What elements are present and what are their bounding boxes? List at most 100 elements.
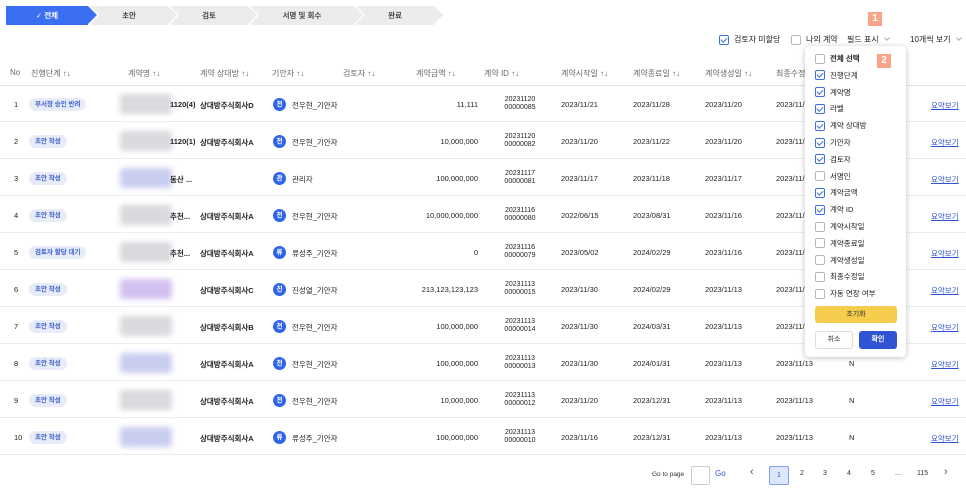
contract-id-line2: 00000014 [504,326,536,333]
field-option-checkbox[interactable] [815,171,825,182]
page-1[interactable]: 1 [769,466,789,485]
summary-link[interactable]: 요약보기 [931,174,959,185]
field-option-checkbox[interactable] [815,87,825,98]
field-option-checkbox[interactable] [815,120,825,131]
summary-link[interactable]: 요약보기 [931,322,959,333]
summary-link[interactable]: 요약보기 [931,100,959,111]
col-reviewer[interactable]: 검토자 ↑↓ [343,68,375,79]
col-amount[interactable]: 계약금액 ↑↓ [416,68,456,79]
go-button[interactable]: Go [715,469,726,478]
page-2[interactable]: 2 [800,470,804,477]
next-page-icon[interactable]: › [944,466,948,478]
contract-amount: 0 [473,248,478,257]
summary-link[interactable]: 요약보기 [931,396,959,407]
my-contracts-filter[interactable]: 나의 계약 [791,34,838,45]
field-option-checkbox[interactable] [815,187,825,198]
contract-amount: 10,000,000,000 [425,211,478,220]
field-option[interactable]: 서명인 [815,171,851,182]
field-option[interactable]: 기안자 [815,137,851,148]
field-option[interactable]: 계약 상대방 [815,120,867,131]
field-option-checkbox[interactable] [815,204,825,215]
contract-amount: 100,000,000 [436,433,478,442]
end-date: 2023/11/22 [633,137,670,146]
created-date: 2023/11/20 [705,100,742,109]
field-option[interactable]: 계약금액 [815,187,858,198]
page-3[interactable]: 3 [823,470,827,477]
prev-page-icon[interactable]: ‹ [750,466,754,478]
summary-link[interactable]: 요약보기 [931,248,959,259]
goto-page-input[interactable] [691,466,710,485]
confirm-button[interactable]: 확인 [859,331,897,349]
unassigned-filter[interactable]: 검토자 미할당 [719,34,780,45]
col-party[interactable]: 계약 상대방 ↑↓ [200,68,249,79]
field-option[interactable]: 라벨 [815,103,844,114]
col-drafter[interactable]: 기안자 ↑↓ [272,68,304,79]
step-done[interactable]: 완료 [356,6,443,25]
contract-name[interactable]: 동산 ... [170,174,192,185]
contract-name[interactable]: 1120(1) [170,137,195,146]
col-end[interactable]: 계약종료일 ↑↓ [633,68,680,79]
unassigned-checkbox[interactable] [719,34,729,45]
field-display-dropdown[interactable]: 필드 표시 [847,34,890,45]
col-created[interactable]: 계약생성일 ↑↓ [705,68,752,79]
created-date: 2023/11/16 [705,248,742,257]
summary-link[interactable]: 요약보기 [931,285,959,296]
contract-name[interactable]: 추천... [170,248,190,259]
table-row[interactable]: 9 초안 작성 상대방주식회사A 전 전우현_기안자 10,000,000 20231113… [0,382,966,418]
field-option-checkbox[interactable] [815,221,825,232]
drafter-name: 전우현_기안자 [292,323,338,332]
step-sign[interactable]: 서명 및 회수 [250,6,363,25]
page-size-select[interactable]: 10개씩 보기 [910,34,962,45]
summary-link[interactable]: 요약보기 [931,211,959,222]
field-option[interactable]: 계약시작일 [815,221,865,232]
start-date: 2023/05/02 [561,248,599,257]
step-draft[interactable]: 초안 [90,6,177,25]
field-option-checkbox[interactable] [815,154,825,165]
col-name[interactable]: 계약명 ↑↓ [128,68,160,79]
field-option-checkbox[interactable] [815,137,825,148]
reset-button[interactable]: 초기화 [815,306,897,323]
field-option[interactable]: 계약생성일 [815,255,865,266]
col-start[interactable]: 계약시작일 ↑↓ [561,68,608,79]
contract-party: 상대방주식회사A [200,249,254,258]
summary-link[interactable]: 요약보기 [931,137,959,148]
page-4[interactable]: 4 [847,470,851,477]
page-5[interactable]: 5 [871,470,875,477]
col-modified[interactable]: 최종수정 [776,68,805,79]
table-row[interactable]: 10 초안 작성 상대방주식회사A 류 류성주_기안자 100,000,000 202311… [0,419,966,455]
field-option-checkbox[interactable] [815,53,825,64]
field-option-checkbox[interactable] [815,238,825,249]
my-contracts-checkbox[interactable] [791,34,801,45]
field-option[interactable]: 최종수정일 [815,271,865,282]
field-option-checkbox[interactable] [815,271,825,282]
step-all[interactable]: ✓ 전체 [6,6,97,25]
field-option-checkbox[interactable] [815,103,825,114]
page-last[interactable]: 115 [917,470,928,477]
contract-name[interactable]: 추천... [170,211,190,222]
col-id[interactable]: 계약 ID ↑↓ [484,68,519,79]
field-option-label: 계약종료일 [830,238,865,248]
contract-name[interactable]: 1120(4) [170,100,195,109]
start-date: 2023/11/30 [561,285,598,294]
field-option[interactable]: 진행단계 [815,70,858,81]
field-option[interactable]: 계약 ID [815,204,853,215]
field-option[interactable]: 전체 선택 [815,53,860,64]
field-option[interactable]: 계약명 [815,87,851,98]
col-stage[interactable]: 진행단계 ↑↓ [31,68,71,79]
field-option[interactable]: 자동 연장 여부 [815,288,876,299]
start-date: 2023/11/30 [561,359,598,368]
summary-link[interactable]: 요약보기 [931,433,959,444]
summary-link[interactable]: 요약보기 [931,359,959,370]
field-option-label: 계약 상대방 [830,121,867,131]
contract-id-line2: 00000081 [504,178,536,185]
field-option-checkbox[interactable] [815,288,825,299]
cancel-button[interactable]: 취소 [815,331,853,349]
step-review[interactable]: 검토 [170,6,257,25]
modified-date: 2023/11/13 [776,359,813,368]
field-option[interactable]: 계약종료일 [815,238,865,249]
drafter-name: 전우현_기안자 [292,397,338,406]
field-option[interactable]: 검토자 [815,154,851,165]
field-option-checkbox[interactable] [815,70,825,81]
auto-renew-flag: N [849,433,855,442]
field-option-checkbox[interactable] [815,255,825,266]
